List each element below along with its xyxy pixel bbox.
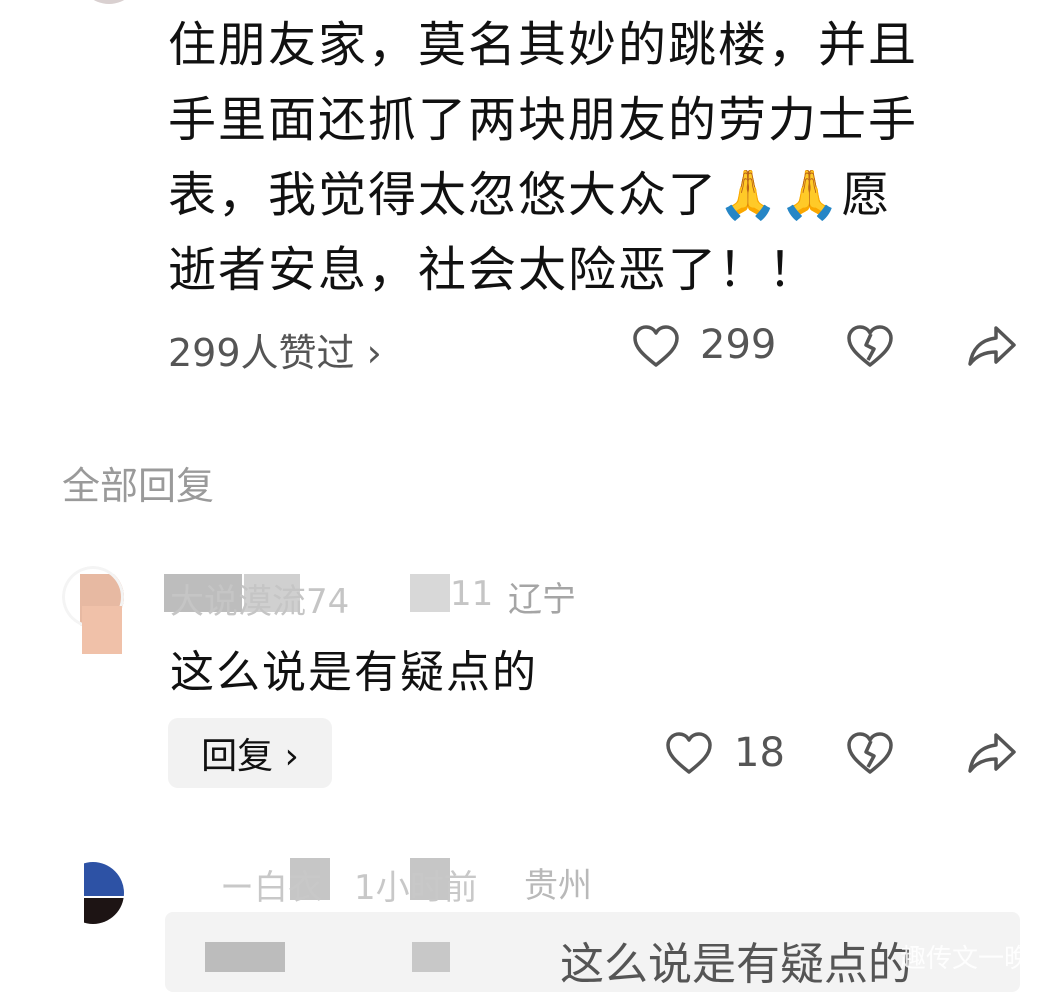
quoted-text: 这么说是有疑点的 — [560, 939, 912, 990]
comment-text: 住朋友家，莫名其妙的跳楼，并且 手里面还抓了两块朋友的劳力士手 表，我觉得太忽悠… — [168, 17, 919, 298]
username[interactable]: 大说漠流74 — [170, 574, 349, 623]
avatar[interactable] — [62, 862, 124, 924]
broken-heart-icon[interactable] — [846, 731, 894, 775]
likes-summary-link[interactable]: 299人赞过 › — [168, 322, 382, 377]
reply-button[interactable]: 回复 › — [168, 718, 332, 788]
like-count: 18 — [734, 730, 785, 776]
username-redaction — [410, 574, 450, 612]
share-arrow-icon[interactable] — [966, 324, 1018, 368]
avatar-pixelation — [82, 606, 122, 654]
quote-redaction — [412, 942, 450, 972]
share-arrow-icon[interactable] — [966, 731, 1018, 775]
heart-outline-icon[interactable] — [632, 324, 680, 368]
broken-heart-icon[interactable] — [846, 324, 894, 368]
like-count: 299 — [700, 322, 777, 368]
username[interactable]: ー白衣 — [220, 860, 322, 909]
location: 贵州 — [524, 866, 592, 906]
reply-text: 这么说是有疑点的 — [170, 647, 538, 698]
quote-redaction — [205, 942, 285, 972]
timestamp: 1小时前 — [354, 868, 478, 908]
location: 辽宁 — [508, 580, 576, 620]
heart-outline-icon[interactable] — [665, 731, 713, 775]
watermark: 趣传文一晚 — [899, 944, 1030, 974]
avatar[interactable] — [78, 0, 140, 4]
timestamp: 11 — [450, 574, 494, 614]
section-title: 全部回复 — [62, 464, 215, 508]
